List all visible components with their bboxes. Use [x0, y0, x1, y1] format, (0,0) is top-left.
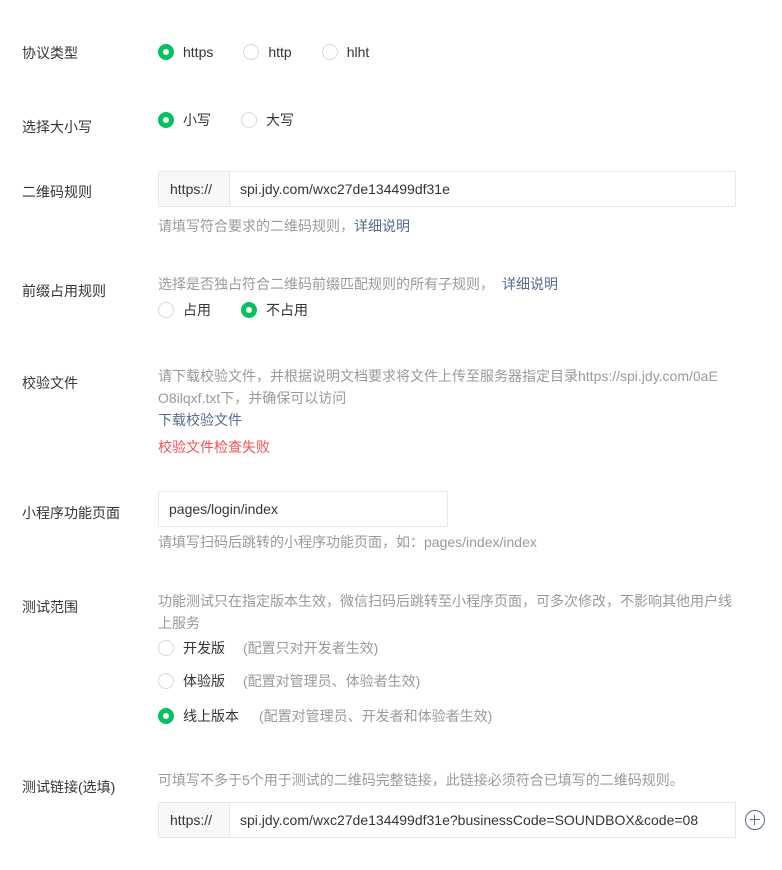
radio-unchecked-icon[interactable] — [241, 112, 257, 128]
radio-unchecked-icon[interactable] — [321, 44, 338, 60]
test-scope-option-dev[interactable]: 开发版 (配置只对开发者生效) — [158, 638, 378, 658]
qr-rule-detail-link[interactable]: 详细说明 — [354, 218, 410, 234]
protocol-label: 协议类型 — [22, 45, 78, 61]
qr-rule-hint: 请填写符合要求的二维码规则，详细说明 — [158, 218, 410, 234]
protocol-radio-group: https http hlht — [158, 44, 369, 60]
add-test-link-plus-icon[interactable] — [745, 810, 765, 830]
radio-unchecked-icon[interactable] — [158, 673, 174, 689]
case-radio-group: 小写 大写 — [158, 110, 294, 130]
prefix-rule-option-not-occupy[interactable]: 不占用 — [241, 300, 308, 320]
test-link-label: 测试链接(选填) — [22, 779, 116, 795]
radio-unchecked-icon[interactable] — [243, 44, 260, 60]
verify-file-label: 校验文件 — [22, 375, 78, 391]
qr-rule-input-group: https:// — [158, 171, 736, 207]
radio-checked-icon[interactable] — [158, 44, 174, 60]
radio-checked-icon[interactable] — [158, 708, 174, 724]
case-option-lower[interactable]: 小写 — [158, 110, 211, 130]
download-verify-file-link[interactable]: 下载校验文件 — [158, 409, 242, 431]
protocol-option-http[interactable]: http — [243, 44, 292, 60]
radio-checked-icon[interactable] — [158, 112, 174, 128]
prefix-rule-label: 前缀占用规则 — [22, 283, 106, 299]
test-scope-option-trial[interactable]: 体验版 (配置对管理员、体验者生效) — [158, 671, 420, 691]
test-scope-label: 测试范围 — [22, 599, 78, 615]
qr-rule-label: 二维码规则 — [22, 184, 92, 200]
miniapp-page-label: 小程序功能页面 — [22, 505, 120, 521]
radio-unchecked-icon[interactable] — [158, 302, 174, 318]
case-label: 选择大小写 — [22, 119, 92, 135]
test-link-input[interactable] — [230, 803, 735, 837]
qr-rule-prefix: https:// — [159, 172, 230, 206]
case-option-upper[interactable]: 大写 — [241, 110, 294, 130]
radio-checked-icon[interactable] — [241, 302, 257, 318]
verify-file-hint: 请下载校验文件，并根据说明文档要求将文件上传至服务器指定目录https://sp… — [158, 368, 718, 406]
protocol-option-hlht[interactable]: hlht — [321, 44, 369, 60]
prefix-rule-detail-link[interactable]: 详细说明 — [502, 276, 558, 292]
prefix-rule-radio-group: 占用 不占用 — [158, 300, 308, 320]
radio-unchecked-icon[interactable] — [158, 640, 174, 656]
verify-file-error: 校验文件检查失败 — [158, 439, 270, 455]
prefix-rule-hint: 选择是否独占符合二维码前缀匹配规则的所有子规则， 详细说明 — [158, 276, 558, 292]
test-link-hint: 可填写不多于5个用于测试的二维码完整链接，此链接必须符合已填写的二维码规则。 — [158, 772, 684, 788]
qr-rule-input[interactable] — [230, 172, 735, 206]
prefix-rule-option-occupy[interactable]: 占用 — [158, 300, 211, 320]
test-link-prefix: https:// — [159, 803, 230, 837]
test-scope-option-release[interactable]: 线上版本 (配置对管理员、开发者和体验者生效) — [158, 706, 492, 726]
test-scope-hint: 功能测试只在指定版本生效，微信扫码后跳转至小程序页面，可多次修改，不影响其他用户… — [158, 593, 732, 631]
test-link-input-group: https:// — [158, 802, 736, 838]
miniapp-page-hint: 请填写扫码后跳转的小程序功能页面，如：pages/index/index — [158, 534, 537, 550]
miniapp-page-input[interactable] — [158, 491, 448, 527]
protocol-option-https[interactable]: https — [158, 44, 213, 60]
